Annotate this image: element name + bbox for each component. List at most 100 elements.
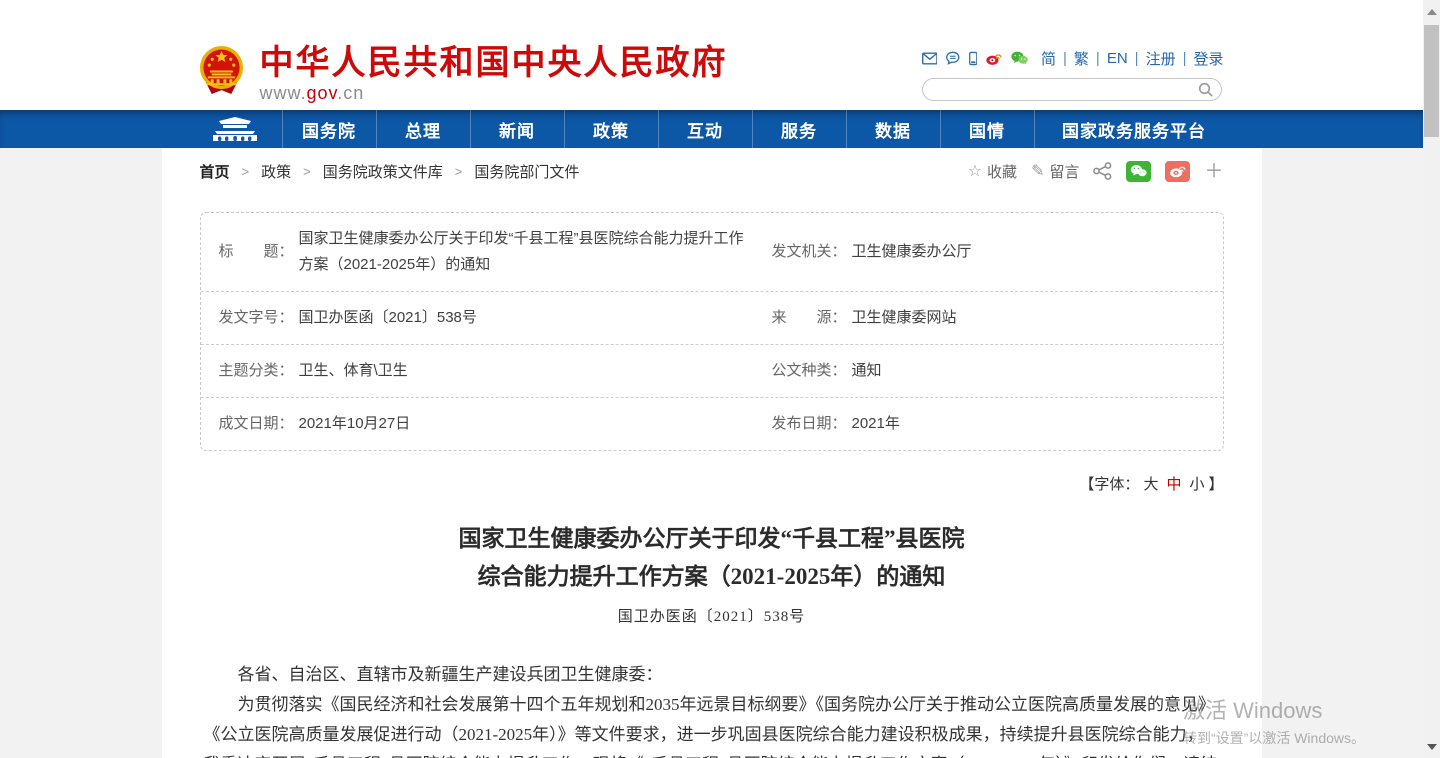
nav-item-5[interactable]: 服务 bbox=[752, 110, 846, 148]
content-column: 首页 > 政策 > 国务院政策文件库 > 国务院部门文件 ☆ 收藏 ✎ 留言 bbox=[162, 148, 1262, 758]
favorite-label: 收藏 bbox=[987, 161, 1017, 182]
meta-value: 卫生、体育\卫生 bbox=[299, 358, 432, 384]
meta-value: 卫生健康委办公厅 bbox=[852, 239, 996, 265]
meta-cell-1-1: 来 源：卫生健康委网站 bbox=[772, 305, 1205, 331]
font-size-large-button[interactable]: 大 bbox=[1143, 476, 1158, 493]
meta-label: 发文机关： bbox=[772, 239, 852, 265]
favorite-button[interactable]: ☆ 收藏 bbox=[968, 161, 1017, 182]
meta-cell-0-1: 发文机关：卫生健康委办公厅 bbox=[772, 239, 1205, 265]
search-input[interactable] bbox=[923, 79, 1193, 100]
nav-item-8[interactable]: 国家政务服务平台 bbox=[1034, 110, 1234, 148]
meta-value: 国卫办医函〔2021〕538号 bbox=[299, 305, 501, 331]
meta-label: 主题分类： bbox=[219, 358, 299, 384]
meta-row-1: 发文字号：国卫办医函〔2021〕538号来 源：卫生健康委网站 bbox=[201, 292, 1223, 345]
meta-row-3: 成文日期：2021年10月27日发布日期：2021年 bbox=[201, 398, 1223, 450]
share-weibo-button[interactable] bbox=[1165, 161, 1190, 182]
meta-value: 2021年10月27日 bbox=[299, 411, 435, 437]
comment-label: 留言 bbox=[1049, 161, 1079, 182]
nav-home-button[interactable] bbox=[188, 110, 282, 148]
article-paragraph-0: 各省、自治区、直辖市及新疆生产建设兵团卫生健康委： bbox=[204, 660, 1220, 690]
meta-label: 发文字号： bbox=[219, 305, 299, 331]
pencil-icon: ✎ bbox=[1031, 161, 1044, 181]
wechat-share-icon bbox=[1130, 164, 1147, 178]
star-icon: ☆ bbox=[968, 161, 982, 181]
page-actions: ☆ 收藏 ✎ 留言 bbox=[968, 161, 1224, 182]
meta-value: 通知 bbox=[852, 358, 906, 384]
page: 中华人民共和国中央人民政府 www.gov.cn bbox=[0, 0, 1423, 758]
tiananmen-icon bbox=[209, 116, 261, 142]
mobile-icon[interactable] bbox=[969, 49, 978, 68]
meta-cell-1-0: 发文字号：国卫办医函〔2021〕538号 bbox=[219, 305, 772, 331]
site-logo[interactable]: 中华人民共和国中央人民政府 www.gov.cn bbox=[198, 45, 728, 103]
weibo-icon[interactable] bbox=[986, 49, 1002, 68]
font-bar-suffix: 】 bbox=[1208, 476, 1223, 493]
font-size-bar: 【字体：大中小】 bbox=[200, 473, 1224, 494]
meta-cell-0-0: 标 题：国家卫生健康委办公厅关于印发“千县工程”县医院综合能力提升工作方案（20… bbox=[219, 226, 772, 278]
nav-items: 国务院总理新闻政策互动服务数据国情国家政务服务平台 bbox=[188, 110, 1236, 148]
main-nav: 国务院总理新闻政策互动服务数据国情国家政务服务平台 bbox=[0, 110, 1423, 148]
site-title: 中华人民共和国中央人民政府 bbox=[260, 45, 728, 81]
more-actions-button[interactable]: ＋ bbox=[1204, 162, 1223, 181]
meta-cell-3-0: 成文日期：2021年10月27日 bbox=[219, 411, 772, 437]
lang-simplified-link[interactable]: 简 bbox=[1041, 48, 1056, 69]
breadcrumb-separator: > bbox=[242, 164, 250, 179]
nav-item-4[interactable]: 互动 bbox=[658, 110, 752, 148]
meta-value: 2021年 bbox=[852, 411, 924, 437]
comment-icon[interactable] bbox=[946, 49, 960, 67]
article-title-line1: 国家卫生健康委办公厅关于印发“千县工程”县医院 bbox=[204, 520, 1220, 558]
font-size-small-button[interactable]: 小 bbox=[1189, 476, 1204, 493]
mail-icon[interactable] bbox=[922, 50, 938, 67]
scroll-down-arrow[interactable] bbox=[1423, 738, 1440, 755]
breadcrumb-item-1[interactable]: 政策 bbox=[261, 161, 291, 182]
document-meta-table: 标 题：国家卫生健康委办公厅关于印发“千县工程”县医院综合能力提升工作方案（20… bbox=[200, 212, 1224, 451]
share-wechat-button[interactable] bbox=[1126, 161, 1151, 182]
site-url: www.gov.cn bbox=[260, 83, 728, 103]
nav-item-0[interactable]: 国务院 bbox=[282, 110, 376, 148]
nav-item-7[interactable]: 国情 bbox=[940, 110, 1034, 148]
wechat-icon[interactable] bbox=[1011, 48, 1028, 68]
font-size-medium-button[interactable]: 中 bbox=[1166, 476, 1181, 493]
national-emblem-icon bbox=[198, 45, 245, 97]
meta-label: 发布日期： bbox=[772, 411, 852, 437]
nav-item-3[interactable]: 政策 bbox=[564, 110, 658, 148]
search-icon[interactable] bbox=[1198, 82, 1214, 98]
breadcrumb-separator: > bbox=[303, 164, 311, 179]
article-body: 各省、自治区、直辖市及新疆生产建设兵团卫生健康委：为贯彻落实《国民经济和社会发展… bbox=[204, 660, 1220, 758]
share-icon[interactable] bbox=[1093, 162, 1112, 180]
meta-row-2: 主题分类：卫生、体育\卫生公文种类：通知 bbox=[201, 345, 1223, 398]
vertical-scrollbar[interactable] bbox=[1423, 0, 1440, 758]
register-link[interactable]: 注册 bbox=[1146, 48, 1176, 69]
article: 国家卫生健康委办公厅关于印发“千县工程”县医院 综合能力提升工作方案（2021-… bbox=[162, 520, 1262, 758]
nav-item-1[interactable]: 总理 bbox=[376, 110, 470, 148]
site-header: 中华人民共和国中央人民政府 www.gov.cn bbox=[0, 0, 1423, 110]
document-number: 国卫办医函〔2021〕538号 bbox=[204, 605, 1220, 626]
meta-value: 卫生健康委网站 bbox=[852, 305, 981, 331]
article-title-line2: 综合能力提升工作方案（2021-2025年）的通知 bbox=[204, 558, 1220, 596]
breadcrumb-item-2[interactable]: 国务院政策文件库 bbox=[323, 161, 443, 182]
lang-traditional-link[interactable]: 繁 bbox=[1074, 48, 1089, 69]
meta-value: 国家卫生健康委办公厅关于印发“千县工程”县医院综合能力提升工作方案（2021-2… bbox=[299, 226, 772, 278]
meta-row-0: 标 题：国家卫生健康委办公厅关于印发“千县工程”县医院综合能力提升工作方案（20… bbox=[201, 213, 1223, 292]
meta-label: 来 源： bbox=[772, 305, 852, 331]
meta-label: 标 题： bbox=[219, 239, 299, 265]
meta-cell-2-1: 公文种类：通知 bbox=[772, 358, 1205, 384]
scroll-up-arrow[interactable] bbox=[1423, 3, 1440, 20]
search-box bbox=[922, 78, 1222, 101]
comment-button[interactable]: ✎ 留言 bbox=[1031, 161, 1079, 182]
breadcrumb-separator: > bbox=[455, 164, 463, 179]
breadcrumb-item-0[interactable]: 首页 bbox=[200, 161, 230, 182]
nav-item-2[interactable]: 新闻 bbox=[470, 110, 564, 148]
article-title: 国家卫生健康委办公厅关于印发“千县工程”县医院 综合能力提升工作方案（2021-… bbox=[204, 520, 1220, 596]
nav-item-6[interactable]: 数据 bbox=[846, 110, 940, 148]
meta-cell-2-0: 主题分类：卫生、体育\卫生 bbox=[219, 358, 772, 384]
article-paragraph-1: 为贯彻落实《国民经济和社会发展第十四个五年规划和2035年远景目标纲要》《国务院… bbox=[204, 690, 1220, 758]
header-links: 简|繁|EN|注册|登录 bbox=[1041, 48, 1224, 69]
lang-en-link[interactable]: EN bbox=[1107, 50, 1128, 67]
scrollbar-thumb[interactable] bbox=[1424, 25, 1439, 137]
meta-label: 成文日期： bbox=[219, 411, 299, 437]
breadcrumb-item-3[interactable]: 国务院部门文件 bbox=[474, 161, 579, 182]
login-link[interactable]: 登录 bbox=[1193, 48, 1223, 69]
meta-cell-3-1: 发布日期：2021年 bbox=[772, 411, 1205, 437]
font-bar-prefix: 【字体： bbox=[1079, 476, 1139, 493]
breadcrumb: 首页 > 政策 > 国务院政策文件库 > 国务院部门文件 bbox=[200, 161, 580, 182]
